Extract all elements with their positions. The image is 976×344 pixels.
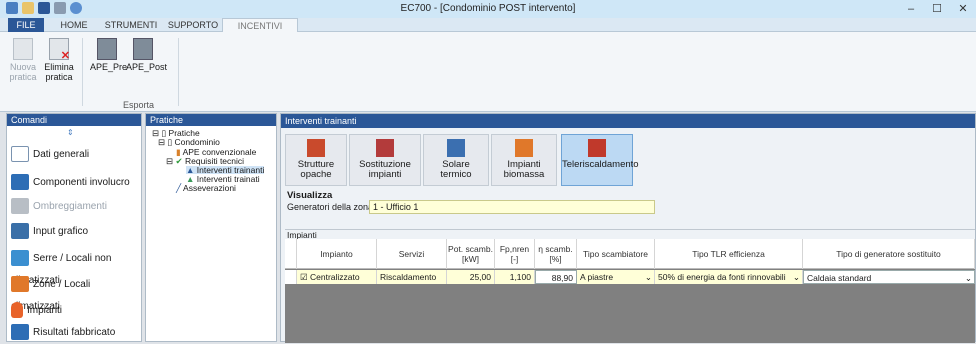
col-pot-scamb[interactable]: Pot. scamb. [kW] xyxy=(447,239,495,269)
col-tipo-tlr[interactable]: Tipo TLR efficienza xyxy=(655,239,803,269)
tree-ape-convenzionale[interactable]: ▮ APE convenzionale xyxy=(176,148,256,157)
visualizza-label: Visualizza xyxy=(287,190,333,201)
chevron-down-icon[interactable]: ⌄ xyxy=(645,270,652,284)
col-tipo-scambiatore[interactable]: Tipo scambiatore xyxy=(577,239,655,269)
cmd-zone[interactable]: Zone / Locali climatizzati xyxy=(11,274,141,312)
separator xyxy=(82,38,83,106)
cmd-dati-generali[interactable]: Dati generali xyxy=(11,144,141,166)
cell-fp[interactable]: 1,100 xyxy=(495,270,535,284)
cell-scambiatore[interactable]: A piastre ⌄ xyxy=(577,270,655,284)
house-icon xyxy=(11,250,29,267)
tab-incentivi-fiscali[interactable]: INCENTIVI FISCALI xyxy=(222,18,298,45)
shade-icon xyxy=(11,198,29,215)
new-document-icon xyxy=(13,38,33,60)
group-label-esporta: Esporta xyxy=(123,100,155,110)
cell-impianto[interactable]: ☑ Centralizzato xyxy=(297,270,377,284)
biomass-stove-icon xyxy=(515,139,533,157)
option-sostituzione-impianti[interactable]: Sostituzione impianti xyxy=(349,134,421,186)
separator xyxy=(178,38,179,106)
option-solare-termico[interactable]: Solare termico xyxy=(423,134,489,186)
row-header-col xyxy=(285,239,297,269)
cmd-impianti[interactable]: Impianti xyxy=(11,300,141,322)
pencil-ruler-icon xyxy=(11,223,29,240)
delete-document-icon: ✕ xyxy=(49,38,70,62)
cell-tlr[interactable]: 50% di energia da fonti rinnovabili ⌄ xyxy=(655,270,803,284)
col-eta-scamb[interactable]: η scamb. [%] xyxy=(535,239,577,269)
tree-interventi-trainanti[interactable]: ▲ Interventi trainanti xyxy=(186,166,265,174)
col-servizi[interactable]: Servizi xyxy=(377,239,447,269)
collapse-toggle-icon[interactable]: ⇕ xyxy=(67,128,74,137)
cmd-serre[interactable]: Serre / Locali non climatizzati xyxy=(11,248,141,286)
tab-home[interactable]: HOME xyxy=(52,18,96,32)
option-teleriscaldamento[interactable]: Teleriscaldamento xyxy=(561,134,639,186)
impianti-grid: Impianto Servizi Pot. scamb. [kW] Fp,nre… xyxy=(285,239,975,343)
comandi-panel: Comandi ⇕ Dati generali Componenti invol… xyxy=(6,113,142,342)
generatori-select[interactable]: 1 - Ufficio 1 xyxy=(369,200,655,214)
ape-pre-button[interactable]: APE_Pre xyxy=(90,38,127,98)
col-impianto[interactable]: Impianto xyxy=(297,239,377,269)
tab-strumenti[interactable]: STRUMENTI xyxy=(100,18,162,32)
col-tipo-generatore[interactable]: Tipo di generatore sostituito xyxy=(803,239,975,269)
tab-supporto[interactable]: SUPPORTO xyxy=(166,18,220,32)
tab-file[interactable]: FILE xyxy=(8,18,44,32)
cmd-risultati-fabbricato[interactable]: Risultati fabbricato xyxy=(11,322,141,344)
window-title: EC700 - [Condominio POST intervento] xyxy=(400,3,576,14)
grid-header: Impianto Servizi Pot. scamb. [kW] Fp,nre… xyxy=(285,239,975,269)
tree-condominio[interactable]: ⊟ ▯ Condominio xyxy=(158,138,220,147)
tree-requisiti-tecnici[interactable]: ⊟ ✔ Requisiti tecnici xyxy=(166,157,244,166)
ribbon-tabs: FILE HOME STRUMENTI SUPPORTO INCENTIVI F… xyxy=(0,18,976,45)
cmd-componenti-involucro[interactable]: Componenti involucro xyxy=(11,172,141,194)
brick-wall-icon xyxy=(307,139,325,157)
option-impianti-biomassa[interactable]: Impianti biomassa xyxy=(491,134,557,186)
ape-post-button[interactable]: APE_Post xyxy=(126,38,167,98)
cell-pot[interactable]: 25,00 xyxy=(447,270,495,284)
tree-pratiche[interactable]: ⊟ ▯ Pratiche xyxy=(152,129,200,138)
maximize-icon[interactable]: ☐ xyxy=(926,2,948,16)
elimina-pratica-button[interactable]: ✕ Elimina pratica xyxy=(42,38,76,98)
comandi-header: Comandi xyxy=(7,114,141,126)
house-warm-icon xyxy=(11,276,29,293)
pratiche-header: Pratiche xyxy=(146,114,276,126)
nuova-pratica-button[interactable]: Nuova pratica xyxy=(6,38,40,98)
chevron-down-icon[interactable]: ⌄ xyxy=(965,271,972,283)
generatori-label: Generatori della zona xyxy=(287,202,374,212)
cell-servizi[interactable]: Riscaldamento xyxy=(377,270,447,284)
main-panel: Interventi trainanti Strutture opache Sos… xyxy=(280,113,976,343)
col-fp-nren[interactable]: Fp,nren [-] xyxy=(495,239,535,269)
table-icon xyxy=(11,324,29,341)
table-row: ☑ Centralizzato Riscaldamento 25,00 1,10… xyxy=(285,270,975,284)
tree-asseverazioni[interactable]: ╱ Asseverazioni xyxy=(176,184,236,193)
ribbon: Nuova pratica ✕ Elimina pratica APE_Pre AP… xyxy=(0,32,976,112)
tree-interventi-trainati[interactable]: ▲ Interventi trainati xyxy=(186,175,260,184)
divider xyxy=(285,229,975,230)
pratiche-panel: Pratiche ⊟ ▯ Pratiche ⊟ ▯ Condominio ▮ A… xyxy=(145,113,277,342)
cmd-ombreggiamenti[interactable]: Ombreggiamenti xyxy=(11,196,141,218)
document-icon xyxy=(11,146,29,163)
chevron-down-icon[interactable]: ⌄ xyxy=(793,270,800,284)
cell-eta[interactable]: 88,90 xyxy=(535,270,577,284)
heater-swap-icon xyxy=(376,139,394,157)
close-icon[interactable]: ✕ xyxy=(952,2,974,16)
district-heating-icon xyxy=(588,139,606,157)
row-selector[interactable] xyxy=(285,270,297,284)
flame-icon xyxy=(11,302,23,319)
title-bar: EC700 - [Condominio POST intervento] – ☐… xyxy=(0,0,976,18)
minimize-icon[interactable]: – xyxy=(900,2,922,16)
cell-generatore[interactable]: Caldaia standard ⌄ xyxy=(803,270,975,284)
printer-icon xyxy=(133,38,153,60)
checkbox-icon[interactable]: ☑ xyxy=(300,272,308,282)
cmd-input-grafico[interactable]: Input grafico xyxy=(11,221,141,243)
main-header: Interventi trainanti xyxy=(281,114,975,128)
layers-icon xyxy=(11,174,29,191)
option-strutture-opache[interactable]: Strutture opache xyxy=(285,134,347,186)
solar-panel-icon xyxy=(447,139,465,157)
printer-icon xyxy=(97,38,117,60)
